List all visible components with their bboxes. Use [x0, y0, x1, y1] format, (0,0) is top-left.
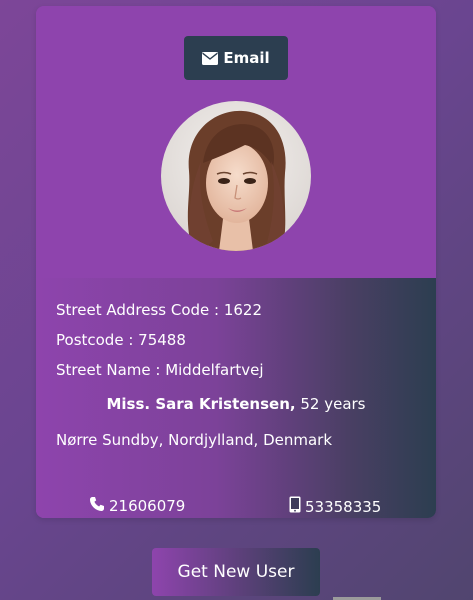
phone-icon	[89, 496, 105, 516]
email-button[interactable]: Email	[184, 36, 288, 80]
user-location: Nørre Sundby, Nordjylland, Denmark	[56, 431, 333, 449]
cell-number-text: 53358335	[305, 497, 382, 516]
get-new-user-label: Get New User	[177, 562, 295, 582]
cell-number: 53358335	[289, 496, 381, 517]
postcode: Postcode : 75488	[56, 331, 186, 349]
phone-number-text: 21606079	[109, 497, 186, 515]
get-new-user-button[interactable]: Get New User	[152, 548, 320, 596]
card-details: Street Address Code : 1622 Postcode : 75…	[36, 278, 436, 518]
user-name: Miss. Sara Kristensen,	[106, 395, 296, 413]
user-name-age: Miss. Sara Kristensen, 52 years	[36, 395, 436, 413]
user-card: Email Street Address Code: 1622 Postcod…	[36, 6, 436, 518]
email-button-label: Email	[223, 49, 270, 67]
phone-number: 21606079	[89, 496, 185, 516]
street-address-code: Street Address Code : 1622	[56, 301, 263, 319]
mobile-icon	[289, 496, 301, 517]
street-name: Street Name : Middelfartvej	[56, 361, 264, 379]
envelope-icon	[202, 51, 219, 65]
user-age: 52 years	[295, 395, 366, 413]
avatar	[161, 101, 311, 251]
card-header: Email	[36, 6, 436, 278]
